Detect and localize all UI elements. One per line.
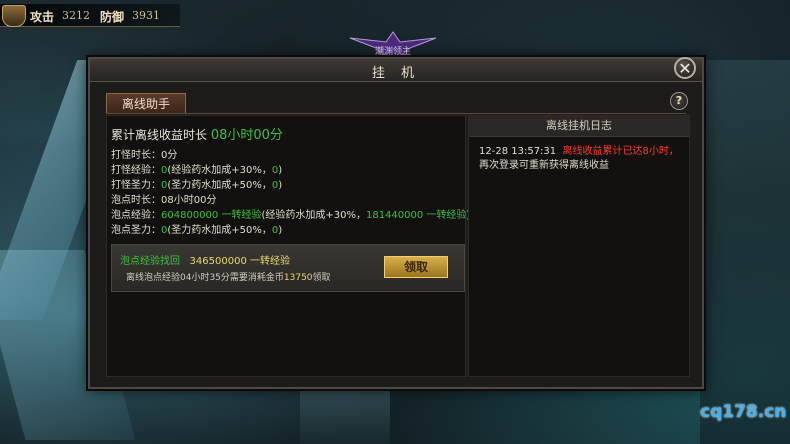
row-label: 泡点圣力： — [111, 225, 161, 236]
dialog-titlebar: 挂 机 — [90, 59, 702, 82]
reclaim-description: 离线泡点经验04小时35分需要消耗金币13750领取 — [126, 270, 331, 283]
log-highlight: 离线收益累计已达8小时， — [562, 146, 679, 157]
row-value: 604800000 一转经验 — [161, 210, 262, 221]
total-duration-value: 08小时00分 — [210, 128, 283, 143]
reclaim-desc-suffix: 领取 — [312, 273, 331, 283]
claim-button[interactable]: 领取 — [384, 256, 448, 278]
row-label: 打怪经验： — [111, 165, 161, 176]
row-label: 打怪时长： — [111, 150, 161, 161]
total-duration-label: 累计离线收益时长 — [111, 128, 208, 142]
reclaim-title: 泡点经验找回 — [120, 256, 180, 267]
row-suffix: (圣力药水加成+50%， — [167, 180, 272, 191]
exp-reclaim-box: 泡点经验找回 346500000 一转经验 离线泡点经验04小时35分需要消耗金… — [111, 244, 465, 292]
log-text: 再次登录可重新获得离线收益 — [479, 160, 609, 171]
reclaim-cost: 13750 — [283, 273, 313, 283]
summary-row: 打怪圣力：0(圣力药水加成+50%，0) — [111, 176, 282, 191]
summary-row: 打怪经验：0(经验药水加成+30%，0) — [111, 161, 282, 176]
defense-label: 防御 — [100, 10, 125, 24]
row-suffix: (经验药水加成+30%， — [167, 165, 272, 176]
row-label: 泡点经验： — [111, 210, 161, 221]
row-end: ) — [278, 225, 283, 236]
log-entry: 12-28 13:57:31 离线收益累计已达8小时， 再次登录可重新获得离线收益 — [469, 137, 689, 173]
summary-row: 泡点圣力：0(圣力药水加成+50%，0) — [111, 221, 282, 236]
dialog-title: 挂 机 — [371, 66, 421, 81]
attack-value: 3212 — [62, 9, 90, 22]
stone-pillar — [300, 380, 390, 444]
emblem-text: 潮渊领主 — [374, 47, 411, 57]
log-header: 离线挂机日志 — [469, 116, 689, 137]
row-end: ) — [278, 165, 283, 176]
help-icon[interactable]: ? — [670, 92, 688, 110]
row-label: 泡点时长： — [111, 195, 161, 206]
reclaim-desc-prefix: 离线泡点经验04小时35分需要消耗金币 — [126, 273, 284, 283]
log-time: 12-28 13:57:31 — [479, 146, 557, 157]
tab-divider — [106, 113, 686, 114]
row-value: 0分 — [161, 150, 178, 161]
row-suffix: (圣力药水加成+50%， — [167, 225, 272, 236]
tab-offline-assistant[interactable]: 离线助手 — [106, 93, 186, 114]
reclaim-title-row: 泡点经验找回 346500000 一转经验 — [120, 252, 290, 267]
boss-emblem: 潮渊领主 — [348, 30, 438, 58]
summary-row: 泡点经验：604800000 一转经验(经验药水加成+30%，181440000… — [111, 206, 470, 221]
summary-row: 泡点时长：08小时00分 — [111, 191, 216, 206]
row-value: 08小时00分 — [161, 195, 217, 206]
afk-dialog: 挂 机 ✕ 离线助手 ? 累计离线收益时长 08小时00分 打怪时长：0分 打怪… — [88, 57, 704, 389]
game-scene: 攻击 3212 防御 3931 潮渊领主 挂 机 ✕ 离线助手 ? 累计离线收益… — [0, 0, 790, 444]
attack-label: 攻击 — [30, 10, 55, 24]
shield-icon — [2, 5, 26, 27]
row-label: 打怪圣力： — [111, 180, 161, 191]
row-end: ) — [278, 180, 283, 191]
close-button[interactable]: ✕ — [674, 57, 696, 79]
player-stats-bar: 攻击 3212 防御 3931 — [0, 4, 180, 27]
rock-wall — [700, 60, 790, 444]
row-suffix: (经验药水加成+30%， — [261, 210, 366, 221]
site-watermark: cq178.cn — [700, 402, 787, 422]
reclaim-amount: 346500000 一转经验 — [189, 256, 290, 267]
row-extra: 181440000 一转经验 — [365, 210, 467, 221]
offline-log-panel: 离线挂机日志 12-28 13:57:31 离线收益累计已达8小时， 再次登录可重… — [468, 115, 690, 377]
total-duration-row: 累计离线收益时长 08小时00分 — [111, 124, 283, 143]
defense-value: 3931 — [132, 9, 160, 22]
offline-summary-panel: 累计离线收益时长 08小时00分 打怪时长：0分 打怪经验：0(经验药水加成+3… — [106, 115, 470, 377]
summary-row: 打怪时长：0分 — [111, 146, 177, 161]
